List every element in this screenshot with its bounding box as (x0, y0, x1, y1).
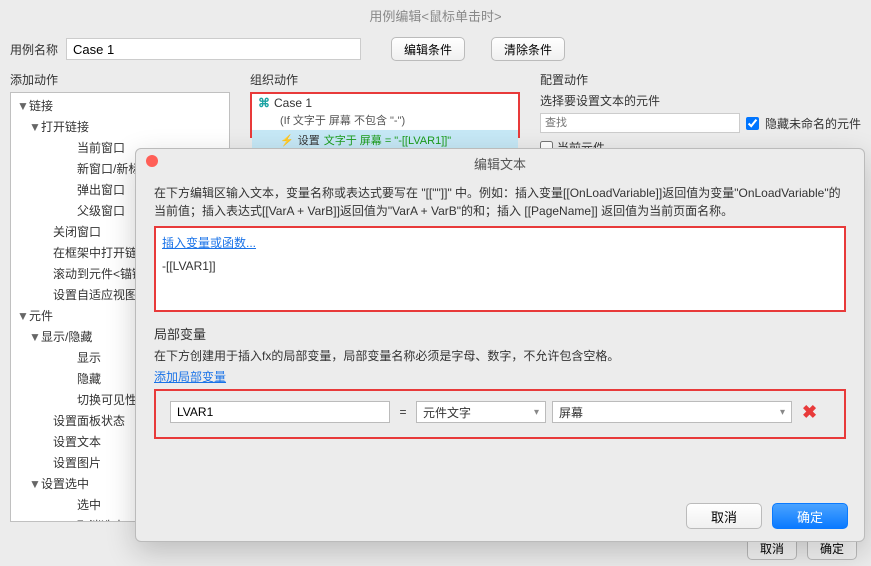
tree-link[interactable]: 链接 (29, 97, 53, 114)
case-name-input[interactable] (66, 38, 361, 60)
case-name-label: 用例名称 (10, 41, 58, 58)
tree-setselected[interactable]: 设置选中 (41, 475, 89, 492)
tree-show[interactable]: 显示 (77, 349, 101, 366)
local-var-desc: 在下方创建用于插入fx的局部变量，局部变量名称必须是字母、数字，不允许包含空格。 (154, 347, 846, 364)
tree-toggle[interactable]: 切换可见性 (77, 391, 137, 408)
search-input[interactable] (540, 113, 740, 133)
tree-adaptive[interactable]: 设置自适应视图 (53, 286, 137, 303)
add-local-var-link[interactable]: 添加局部变量 (154, 370, 226, 384)
modal-ok-button[interactable]: 确定 (772, 503, 848, 529)
add-action-header: 添加动作 (10, 71, 230, 88)
tree-deselected[interactable]: 取消选中 (77, 517, 125, 522)
set-prefix: 设置 (298, 132, 320, 148)
delete-var-icon[interactable]: ✖ (798, 402, 821, 423)
modal-cancel-button[interactable]: 取消 (686, 503, 762, 529)
edit-condition-button[interactable]: 编辑条件 (391, 37, 465, 61)
var-target-select[interactable]: 屏幕 (552, 401, 792, 423)
case-icon: ⌘ (258, 96, 270, 110)
tree-current-win[interactable]: 当前窗口 (77, 139, 125, 156)
text-value[interactable]: -[[LVAR1]] (162, 259, 838, 273)
modal-title: 编辑文本 (474, 157, 526, 172)
close-icon[interactable] (146, 155, 158, 167)
select-element-label: 选择要设置文本的元件 (540, 92, 861, 109)
bolt-icon: ⚡ (280, 134, 294, 147)
hide-unnamed-checkbox[interactable] (746, 117, 759, 130)
tree-settext[interactable]: 设置文本 (53, 433, 101, 450)
tree-hide[interactable]: 隐藏 (77, 370, 101, 387)
local-var-header: 局部变量 (154, 324, 846, 343)
insert-variable-link[interactable]: 插入变量或函数... (162, 236, 256, 250)
tree-setimage[interactable]: 设置图片 (53, 454, 101, 471)
tree-panel[interactable]: 设置面板状态 (53, 412, 125, 429)
var-type-select[interactable]: 元件文字 (416, 401, 546, 423)
clear-condition-button[interactable]: 清除条件 (491, 37, 565, 61)
tree-showhide[interactable]: 显示/隐藏 (41, 328, 92, 345)
text-input-area[interactable]: 插入变量或函数... -[[LVAR1]] (154, 226, 846, 312)
org-action-header: 组织动作 (250, 71, 520, 88)
org-condition[interactable]: (If 文字于 屏幕 不包含 "-") (252, 112, 518, 130)
edit-text-modal: 编辑文本 在下方编辑区输入文本，变量名称或表达式要写在 "[[""]]" 中。例… (135, 148, 865, 542)
set-action[interactable]: 文字于 屏幕 = "-[[LVAR1]]" (324, 132, 452, 148)
tree-selected[interactable]: 选中 (77, 496, 101, 513)
org-case-label[interactable]: Case 1 (274, 96, 312, 110)
tree-open-link[interactable]: 打开链接 (41, 118, 89, 135)
window-title: 用例编辑<鼠标单击时> (0, 0, 871, 31)
equals-label: = (396, 405, 410, 419)
hide-unnamed-label: 隐藏未命名的元件 (765, 115, 861, 132)
config-action-header: 配置动作 (540, 71, 861, 88)
tree-close-win[interactable]: 关闭窗口 (53, 223, 101, 240)
org-action-box[interactable]: ⌘Case 1 (If 文字于 屏幕 不包含 "-") ⚡设置 文字于 屏幕 =… (250, 92, 520, 138)
var-name-input[interactable] (170, 401, 390, 423)
tree-element[interactable]: 元件 (29, 307, 53, 324)
tree-popup[interactable]: 弹出窗口 (77, 181, 125, 198)
tree-parent[interactable]: 父级窗口 (77, 202, 125, 219)
modal-description: 在下方编辑区输入文本，变量名称或表达式要写在 "[[""]]" 中。例如：插入变… (154, 184, 846, 220)
